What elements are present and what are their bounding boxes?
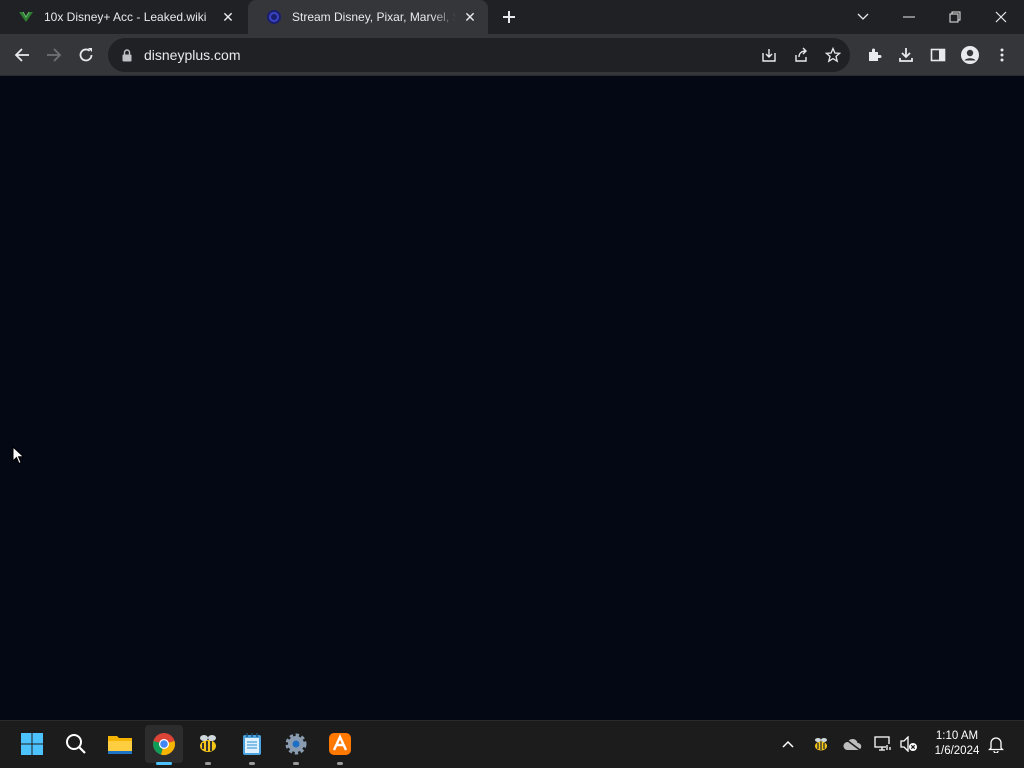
file-explorer-icon bbox=[108, 736, 132, 754]
url-text: disneyplus.com bbox=[144, 47, 241, 63]
minimize-button[interactable] bbox=[886, 0, 932, 34]
tab-leaked-wiki[interactable]: 10x Disney+ Acc - Leaked.wiki ✕ bbox=[0, 0, 246, 34]
chrome-icon bbox=[153, 733, 175, 755]
restore-icon bbox=[949, 11, 961, 23]
bee-app-icon bbox=[200, 735, 216, 752]
downloads-button[interactable] bbox=[890, 39, 922, 71]
restore-button[interactable] bbox=[932, 0, 978, 34]
running-indicator bbox=[337, 762, 343, 765]
minimize-icon bbox=[903, 16, 915, 18]
disney-plus-icon bbox=[266, 9, 282, 25]
share-icon[interactable] bbox=[792, 46, 810, 64]
browser-toolbar: disneyplus.com bbox=[0, 34, 1024, 76]
tab-title: Stream Disney, Pixar, Marvel, Sta bbox=[292, 10, 456, 24]
bookmark-star-icon[interactable] bbox=[824, 46, 842, 64]
tray-bee-app-icon[interactable] bbox=[810, 733, 832, 755]
taskbar-search-button[interactable] bbox=[57, 725, 95, 763]
page-content[interactable] bbox=[0, 76, 1024, 720]
start-button[interactable] bbox=[13, 725, 51, 763]
close-tab-icon[interactable]: ✕ bbox=[462, 9, 478, 25]
running-indicator bbox=[156, 762, 172, 765]
puzzle-icon bbox=[869, 48, 882, 61]
taskbar: 1:10 AM 1/6/2024 bbox=[0, 720, 1024, 768]
search-icon bbox=[66, 734, 86, 754]
tab-title: 10x Disney+ Acc - Leaked.wiki bbox=[44, 10, 207, 24]
reload-button[interactable] bbox=[70, 39, 102, 71]
clock-time: 1:10 AM bbox=[935, 730, 979, 742]
settings-button[interactable] bbox=[277, 725, 315, 765]
volume-muted-icon[interactable] bbox=[898, 733, 920, 755]
show-hidden-icons-button[interactable] bbox=[777, 733, 799, 755]
taskbar-clock[interactable]: 1:10 AM 1/6/2024 bbox=[926, 729, 988, 759]
download-icon bbox=[899, 48, 913, 62]
chrome-button[interactable] bbox=[145, 725, 183, 765]
notepad-button[interactable] bbox=[233, 725, 271, 765]
avast-button[interactable] bbox=[321, 725, 359, 765]
tab-disney-plus[interactable]: Stream Disney, Pixar, Marvel, Sta ✕ bbox=[248, 0, 488, 34]
chevron-down-icon bbox=[857, 13, 869, 20]
chevron-up-icon bbox=[782, 740, 794, 748]
extensions-button[interactable] bbox=[858, 39, 890, 71]
new-tab-button[interactable] bbox=[498, 6, 520, 28]
notifications-button[interactable] bbox=[985, 733, 1007, 755]
avast-icon bbox=[329, 733, 351, 755]
tab-strip: 10x Disney+ Acc - Leaked.wiki ✕ Stream D… bbox=[0, 0, 1024, 34]
notepad-icon bbox=[243, 733, 261, 755]
close-window-button[interactable] bbox=[978, 0, 1024, 34]
side-panel-button[interactable] bbox=[922, 39, 954, 71]
forward-button[interactable] bbox=[38, 39, 70, 71]
side-panel-icon bbox=[930, 48, 946, 62]
install-app-icon[interactable] bbox=[760, 46, 778, 64]
bee-app-button[interactable] bbox=[189, 725, 227, 765]
network-icon[interactable] bbox=[872, 733, 894, 755]
plus-icon bbox=[503, 11, 515, 23]
reload-icon bbox=[79, 48, 93, 62]
close-tab-icon[interactable]: ✕ bbox=[220, 9, 236, 25]
more-vert-icon bbox=[1000, 48, 1004, 62]
leaked-wiki-icon bbox=[18, 9, 34, 25]
running-indicator bbox=[205, 762, 211, 765]
tab-search-button[interactable] bbox=[840, 0, 886, 34]
mouse-cursor-icon bbox=[12, 446, 25, 465]
running-indicator bbox=[249, 762, 255, 765]
close-icon bbox=[995, 11, 1007, 23]
address-bar[interactable]: disneyplus.com bbox=[108, 38, 850, 72]
start-icon bbox=[21, 733, 43, 755]
file-explorer-button[interactable] bbox=[101, 725, 139, 763]
back-button[interactable] bbox=[6, 39, 38, 71]
lock-icon[interactable] bbox=[120, 48, 134, 62]
profile-icon bbox=[961, 46, 979, 64]
bell-icon bbox=[988, 737, 1004, 753]
arrow-left-icon bbox=[14, 48, 29, 62]
menu-button[interactable] bbox=[986, 39, 1018, 71]
settings-icon bbox=[285, 733, 307, 755]
profile-button[interactable] bbox=[954, 39, 986, 71]
running-indicator bbox=[293, 762, 299, 765]
onedrive-icon[interactable] bbox=[841, 733, 863, 755]
clock-date: 1/6/2024 bbox=[934, 745, 980, 757]
arrow-right-icon bbox=[47, 48, 62, 62]
